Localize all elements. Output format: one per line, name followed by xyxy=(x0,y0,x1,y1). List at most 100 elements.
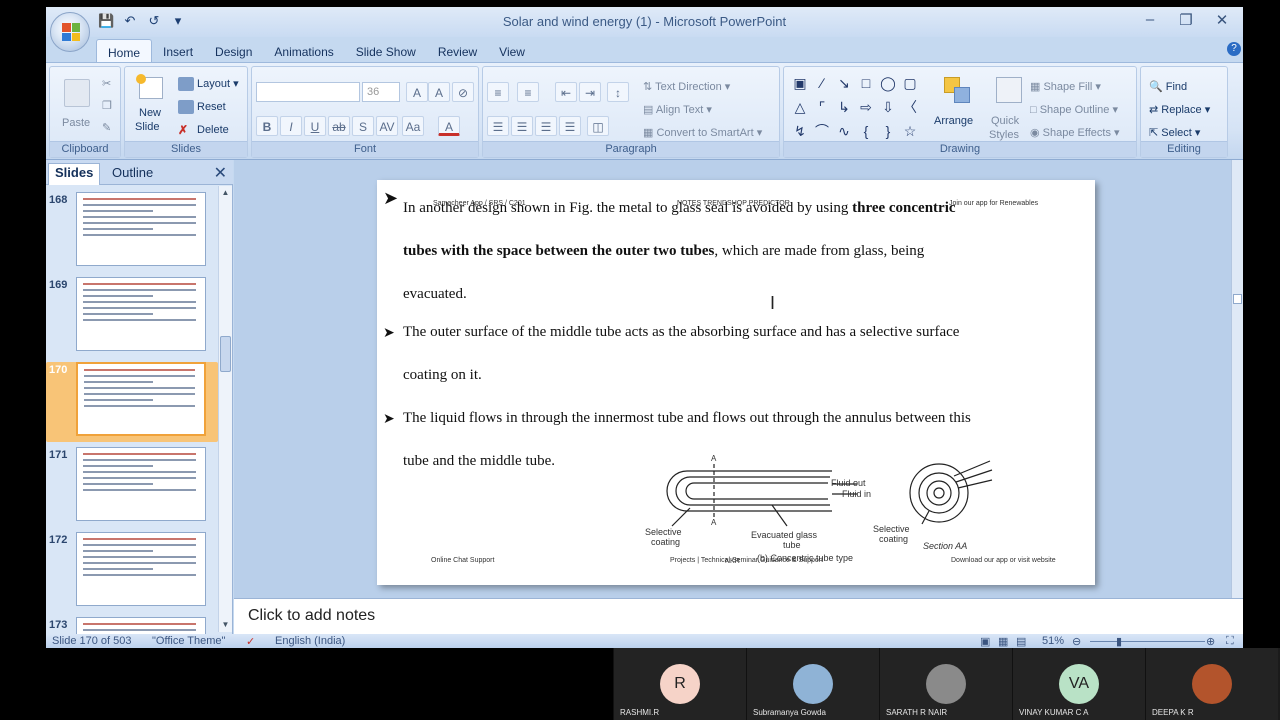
line-spacing-icon[interactable]: ↕ xyxy=(607,82,629,102)
new-slide-button-line2[interactable]: Slide xyxy=(135,121,159,133)
spell-check-icon[interactable]: ✓ xyxy=(246,635,255,648)
delete-button[interactable]: ✗ Delete xyxy=(178,123,229,137)
bold-icon[interactable]: B xyxy=(256,116,278,136)
minimize-button[interactable]: – xyxy=(1137,11,1163,28)
slide-thumbnail[interactable]: 171 xyxy=(46,447,218,527)
normal-view-icon[interactable]: ▣ xyxy=(980,635,990,648)
left-brace-shape-icon[interactable]: { xyxy=(856,121,876,141)
slide-scroll-thumb[interactable] xyxy=(1233,294,1242,304)
find-button[interactable]: 🔍 Find xyxy=(1149,80,1187,93)
font-size-combo[interactable]: 36 xyxy=(362,82,400,102)
zoom-level[interactable]: 51% xyxy=(1042,635,1064,647)
quick-styles-button-line2[interactable]: Styles xyxy=(989,129,1019,141)
tab-animations[interactable]: Animations xyxy=(263,39,344,63)
star-shape-icon[interactable]: ☆ xyxy=(900,121,920,141)
slide-thumbnail[interactable]: 170 xyxy=(46,362,218,442)
right-brace-shape-icon[interactable]: } xyxy=(878,121,898,141)
tab-outline[interactable]: Outline xyxy=(106,164,159,181)
convert-smartart-button[interactable]: ▦ Convert to SmartArt ▾ xyxy=(643,126,762,139)
freeform-shape-icon[interactable]: ↯ xyxy=(790,121,810,141)
numbering-icon[interactable]: ≡ xyxy=(517,82,539,102)
grow-font-icon[interactable]: A xyxy=(406,82,428,102)
fit-to-window-icon[interactable]: ⛶ xyxy=(1226,635,1234,648)
rounded-rect-shape-icon[interactable]: ▢ xyxy=(900,73,920,93)
participant-tile[interactable]: Subramanya Gowda xyxy=(746,648,879,720)
tab-slides[interactable]: Slides xyxy=(48,163,101,185)
bullets-icon[interactable]: ≡ xyxy=(487,82,509,102)
replace-button[interactable]: ⇄ Replace ▾ xyxy=(1149,103,1210,116)
elbow-arrow-icon[interactable]: ↳ xyxy=(834,97,854,117)
italic-icon[interactable]: I xyxy=(280,116,302,136)
participant-tile[interactable]: SARATH R NAIR xyxy=(879,648,1012,720)
slide-thumbnail[interactable]: 172 xyxy=(46,532,218,612)
rectangle-shape-icon[interactable]: □ xyxy=(856,73,876,93)
tab-insert[interactable]: Insert xyxy=(152,39,204,63)
tab-design[interactable]: Design xyxy=(204,39,263,63)
tab-home[interactable]: Home xyxy=(96,39,153,63)
text-box-shape-icon[interactable]: ▣ xyxy=(790,73,810,93)
callout-shape-icon[interactable]: 〈 xyxy=(900,97,920,117)
curve-shape-icon[interactable]: ∿ xyxy=(834,121,854,141)
close-icon[interactable]: ✕ xyxy=(214,163,227,183)
zoom-in-icon[interactable]: ⊕ xyxy=(1206,635,1215,648)
slide-thumbnail[interactable]: 168 xyxy=(46,192,218,272)
zoom-out-icon[interactable]: ⊖ xyxy=(1072,635,1081,648)
font-name-combo[interactable] xyxy=(256,82,360,102)
help-icon[interactable]: ? xyxy=(1227,42,1241,56)
clear-formatting-icon[interactable]: ⊘ xyxy=(452,82,474,102)
tab-review[interactable]: Review xyxy=(427,39,488,63)
paragraph-2[interactable]: The outer surface of the middle tube act… xyxy=(403,311,1089,397)
line-shape-icon[interactable]: ∕ xyxy=(812,73,832,93)
select-button[interactable]: ⇱ Select ▾ xyxy=(1149,126,1200,139)
oval-shape-icon[interactable]: ◯ xyxy=(878,73,898,93)
columns-icon[interactable]: ◫ xyxy=(587,116,609,136)
triangle-shape-icon[interactable]: △ xyxy=(790,97,810,117)
slide-sorter-icon[interactable]: ▦ xyxy=(998,635,1008,648)
notes-pane[interactable]: Click to add notes xyxy=(234,598,1243,634)
participant-tile[interactable]: VA VINAY KUMAR C A xyxy=(1012,648,1145,720)
current-slide[interactable]: Samacheer App / SRS / C201 NOTES TRENDSH… xyxy=(377,180,1095,585)
zoom-slider-thumb[interactable]: ▮ xyxy=(1116,635,1122,648)
shrink-font-icon[interactable]: A xyxy=(428,82,450,102)
scroll-thumb[interactable] xyxy=(220,336,231,372)
cut-icon[interactable]: ✂ xyxy=(102,77,111,90)
copy-icon[interactable]: ❐ xyxy=(102,99,112,112)
scroll-down-icon[interactable]: ▼ xyxy=(220,620,231,630)
increase-indent-icon[interactable]: ⇥ xyxy=(579,82,601,102)
align-center-icon[interactable]: ☰ xyxy=(511,116,533,136)
justify-icon[interactable]: ☰ xyxy=(559,116,581,136)
arc-shape-icon[interactable]: ⌒ xyxy=(812,121,832,141)
zoom-slider[interactable] xyxy=(1090,641,1205,642)
arrow-shape-icon[interactable]: ↘ xyxy=(834,73,854,93)
font-color-icon[interactable]: A xyxy=(438,116,460,136)
participant-tile[interactable]: DEEPA K R xyxy=(1145,648,1278,720)
reset-button[interactable]: Reset xyxy=(178,100,226,114)
close-button[interactable]: ✕ xyxy=(1209,11,1235,29)
slide-scrollbar[interactable] xyxy=(1231,160,1243,600)
maximize-button[interactable]: ❐ xyxy=(1173,11,1199,29)
strikethrough-icon[interactable]: ab xyxy=(328,116,350,136)
format-painter-icon[interactable]: ✎ xyxy=(102,121,111,134)
text-direction-button[interactable]: ⇅ Text Direction ▾ xyxy=(643,80,730,93)
decrease-indent-icon[interactable]: ⇤ xyxy=(555,82,577,102)
down-arrow-shape-icon[interactable]: ⇩ xyxy=(878,97,898,117)
char-spacing-icon[interactable]: AV xyxy=(376,116,398,136)
align-left-icon[interactable]: ☰ xyxy=(487,116,509,136)
align-right-icon[interactable]: ☰ xyxy=(535,116,557,136)
underline-icon[interactable]: U xyxy=(304,116,326,136)
arrange-button[interactable]: Arrange xyxy=(934,115,973,127)
align-text-button[interactable]: ▤ Align Text ▾ xyxy=(643,103,712,116)
right-arrow-shape-icon[interactable]: ⇨ xyxy=(856,97,876,117)
shape-effects-button[interactable]: ◉ Shape Effects ▾ xyxy=(1030,126,1120,139)
paste-button[interactable]: Paste xyxy=(62,117,90,129)
layout-button[interactable]: Layout ▾ xyxy=(178,77,239,92)
quick-styles-button[interactable]: Quick xyxy=(991,115,1019,127)
tab-slide-show[interactable]: Slide Show xyxy=(345,39,427,63)
office-button[interactable] xyxy=(50,12,90,52)
scroll-up-icon[interactable]: ▲ xyxy=(220,188,231,198)
paragraph-1[interactable]: In another design shown in Fig. the meta… xyxy=(403,187,1089,316)
tab-view[interactable]: View xyxy=(488,39,536,63)
language-indicator[interactable]: English (India) xyxy=(275,635,345,647)
elbow-connector-icon[interactable]: ⌜ xyxy=(812,97,832,117)
slide-thumbnail[interactable]: 169 xyxy=(46,277,218,357)
